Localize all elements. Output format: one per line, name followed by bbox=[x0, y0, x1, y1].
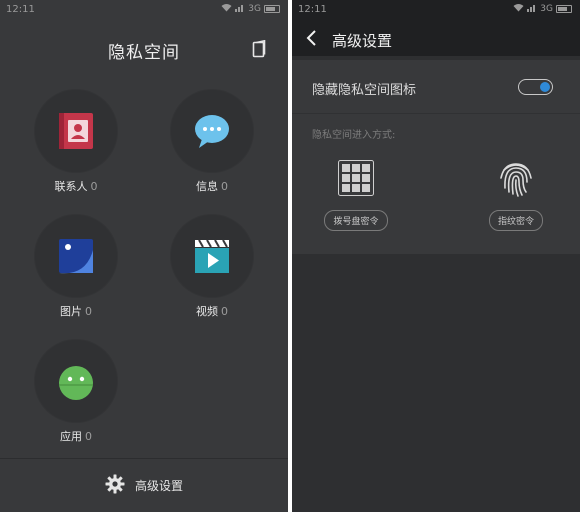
advanced-settings-label: 高级设置 bbox=[134, 479, 183, 493]
hide-icon-row[interactable]: 隐藏隐私空间图标 bbox=[292, 60, 580, 114]
app-name: 视频 bbox=[196, 305, 218, 318]
app-cell-messages[interactable]: 信息 0 bbox=[162, 90, 262, 194]
status-time: 12:11 bbox=[6, 4, 35, 15]
app-count: 0 bbox=[90, 180, 98, 193]
contacts-button[interactable] bbox=[35, 90, 117, 172]
entry-method-label: 隐私空间进入方式: bbox=[312, 130, 396, 141]
gallery-icon bbox=[59, 239, 93, 274]
dialpad-method[interactable]: 拨号盘密令 bbox=[316, 158, 396, 231]
status-time: 12:11 bbox=[298, 4, 327, 15]
app-name: 信息 bbox=[196, 180, 218, 193]
contacts-icon bbox=[59, 113, 93, 149]
apps-button[interactable] bbox=[35, 340, 117, 422]
messages-icon bbox=[195, 115, 229, 148]
back-icon[interactable] bbox=[306, 29, 318, 51]
app-name: 应用 bbox=[60, 430, 82, 443]
status-bar: 12:11 3G bbox=[292, 0, 580, 20]
video-label: 视频 0 bbox=[162, 303, 262, 319]
app-name: 图片 bbox=[60, 305, 82, 318]
app-count: 0 bbox=[85, 430, 92, 443]
hide-icon-toggle[interactable] bbox=[518, 79, 553, 95]
app-cell-video[interactable]: 视频 0 bbox=[162, 215, 262, 319]
video-icon bbox=[195, 239, 229, 273]
advanced-settings-screen: 12:11 3G 高级设置 隐藏隐私空间图标 隐私空间进入方式: 拨号盘密令 指… bbox=[292, 0, 580, 512]
gallery-label: 图片 0 bbox=[26, 303, 126, 319]
wifi-icon bbox=[513, 3, 524, 15]
fingerprint-method[interactable]: 指纹密令 bbox=[476, 158, 556, 231]
status-bar: 12:11 3G bbox=[0, 0, 288, 20]
app-cell-apps[interactable]: 应用 0 bbox=[26, 340, 126, 444]
notebook-icon[interactable] bbox=[252, 39, 266, 58]
contacts-label: 联系人 0 bbox=[26, 178, 126, 194]
wifi-icon bbox=[221, 3, 232, 15]
battery-icon bbox=[264, 5, 280, 13]
network-type: 3G bbox=[540, 4, 553, 14]
app-count: 0 bbox=[221, 180, 228, 193]
messages-button[interactable] bbox=[171, 90, 253, 172]
toggle-knob bbox=[540, 81, 550, 92]
app-cell-gallery[interactable]: 图片 0 bbox=[26, 215, 126, 319]
dialpad-method-button[interactable]: 拨号盘密令 bbox=[324, 210, 388, 231]
advanced-settings-button[interactable]: 高级设置 bbox=[0, 458, 288, 512]
apps-label: 应用 0 bbox=[26, 428, 126, 444]
app-count: 0 bbox=[221, 305, 228, 318]
page-title: 高级设置 bbox=[332, 32, 393, 50]
fingerprint-method-button[interactable]: 指纹密令 bbox=[488, 210, 543, 231]
android-icon bbox=[59, 366, 93, 400]
battery-icon bbox=[556, 5, 572, 13]
hide-icon-label: 隐藏隐私空间图标 bbox=[312, 83, 417, 98]
signal-icon bbox=[235, 3, 245, 15]
page-title: 隐私空间 bbox=[108, 43, 180, 63]
app-cell-contacts[interactable]: 联系人 0 bbox=[26, 90, 126, 194]
gallery-button[interactable] bbox=[35, 215, 117, 297]
dialpad-icon bbox=[316, 158, 396, 198]
fingerprint-icon bbox=[476, 158, 556, 198]
gear-icon bbox=[105, 474, 125, 498]
settings-panel: 隐藏隐私空间图标 隐私空间进入方式: 拨号盘密令 指纹密令 bbox=[292, 60, 580, 254]
app-count: 0 bbox=[85, 305, 92, 318]
signal-icon bbox=[527, 3, 537, 15]
video-button[interactable] bbox=[171, 215, 253, 297]
privacy-space-screen: 12:11 3G 隐私空间 联系人 0 信息 0 图片 0 视频 0 应用 0 … bbox=[0, 0, 288, 512]
messages-label: 信息 0 bbox=[162, 178, 262, 194]
app-name: 联系人 bbox=[54, 180, 88, 193]
network-type: 3G bbox=[248, 4, 261, 14]
app-header: 高级设置 bbox=[292, 20, 580, 56]
